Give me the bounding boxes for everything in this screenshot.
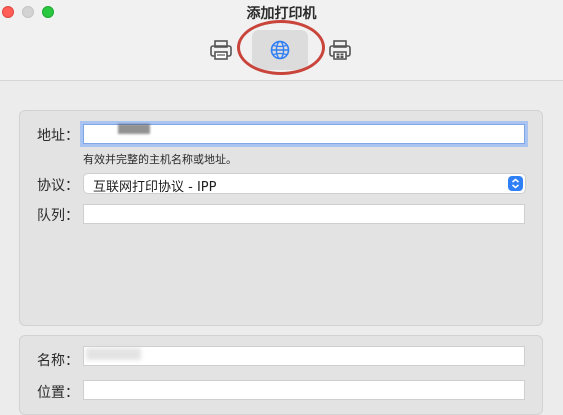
name-field[interactable] — [83, 346, 525, 366]
location-field[interactable] — [83, 380, 525, 400]
chevron-updown-icon — [508, 176, 523, 191]
address-label: 地址： — [37, 128, 79, 144]
window-title: 添加打印机 — [246, 6, 317, 22]
window-toolbar: 添加打印机 — [0, 0, 563, 81]
location-label: 位置： — [37, 385, 79, 401]
protocol-label: 协议： — [37, 178, 79, 194]
queue-label: 队列： — [37, 208, 79, 224]
redacted-address — [118, 124, 150, 134]
windows-printer-icon — [329, 40, 351, 60]
windows-printer-tab[interactable] — [322, 30, 358, 70]
queue-field[interactable] — [83, 204, 525, 224]
protocol-select[interactable]: 互联网打印协议 - IPP — [83, 173, 526, 195]
globe-icon — [270, 40, 290, 60]
printer-icon — [210, 40, 232, 60]
name-label: 名称： — [37, 353, 79, 369]
redacted-name — [86, 348, 141, 360]
ip-printer-tab[interactable] — [252, 30, 308, 70]
default-printer-tab[interactable] — [203, 30, 239, 70]
protocol-value: 互联网打印协议 - IPP — [93, 180, 217, 195]
address-hint: 有效并完整的主机名称或地址。 — [83, 153, 237, 166]
